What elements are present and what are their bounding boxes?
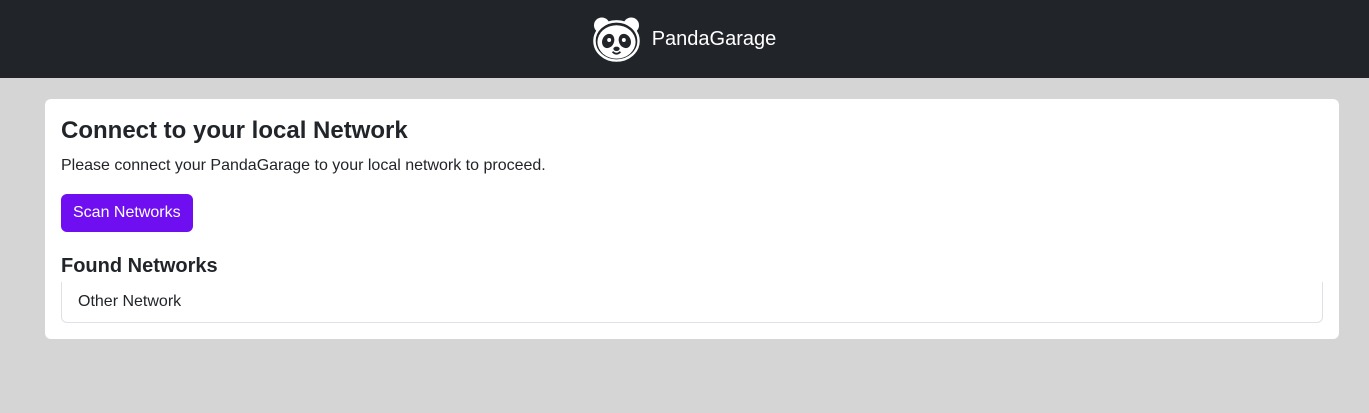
brand-link[interactable]: PandaGarage [592, 16, 777, 62]
top-navbar: PandaGarage [0, 0, 1369, 78]
found-networks-heading: Found Networks [61, 255, 218, 277]
panda-logo-icon [592, 17, 640, 62]
brand-name: PandaGarage [651, 27, 777, 50]
scan-networks-button[interactable]: Scan Networks [61, 194, 193, 232]
instruction-text: Please connect your PandaGarage to your … [61, 157, 546, 174]
list-item-other-network[interactable]: Other Network [62, 282, 1322, 322]
page-title: Connect to your local Network [61, 117, 408, 144]
connect-network-card: Connect to your local Network Please con… [45, 99, 1339, 339]
networks-list: Other Network [61, 282, 1323, 323]
